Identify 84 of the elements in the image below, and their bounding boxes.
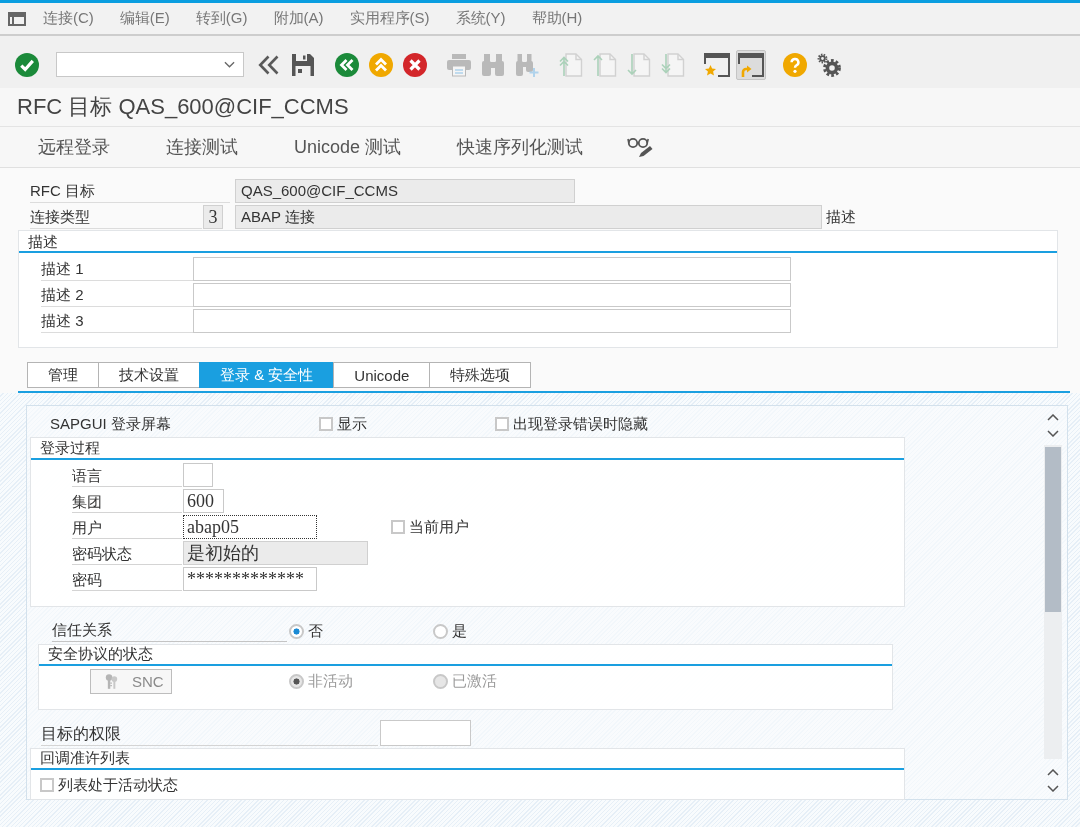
menu-item[interactable]: 编辑(E) xyxy=(106,6,183,31)
toolbar-button[interactable]: 连接测试 xyxy=(152,129,252,165)
radio-label: 已激活 xyxy=(452,672,497,691)
field-label: 信任关系 xyxy=(52,620,287,642)
text-field[interactable]: ************* xyxy=(183,567,317,591)
double-chevron-left-circle-icon xyxy=(335,52,359,77)
text-field[interactable] xyxy=(193,309,791,333)
text-field[interactable] xyxy=(193,257,791,281)
checkbox-label: 出现登录错误时隐藏 xyxy=(513,414,648,434)
text-field[interactable]: 是初始的 xyxy=(183,541,368,565)
window-arrow-icon xyxy=(738,52,764,77)
page-down-arrow-icon xyxy=(627,52,651,77)
menu-item[interactable]: 系统(Y) xyxy=(442,6,519,31)
checkbox[interactable] xyxy=(391,520,405,534)
radio-label: 否 xyxy=(308,621,323,641)
field-label: 连接类型 xyxy=(30,205,202,229)
field-label: 语言 xyxy=(72,463,182,487)
double-chevron-up-circle-icon xyxy=(369,52,393,77)
text-field[interactable] xyxy=(183,463,213,487)
menu-item[interactable]: 帮助(H) xyxy=(518,6,596,31)
gear-icon xyxy=(817,52,841,77)
binoculars-plus-icon xyxy=(515,52,539,77)
text-field[interactable] xyxy=(193,283,791,307)
checkbox-label: 列表处于活动状态 xyxy=(58,775,178,795)
keys-icon xyxy=(105,673,118,690)
text-field[interactable]: 600 xyxy=(183,489,224,513)
field-label: 用户 xyxy=(72,515,182,539)
window-star-icon xyxy=(704,52,730,77)
chevron-up-icon[interactable] xyxy=(1047,769,1059,776)
page-double-up-arrow-icon xyxy=(559,52,583,77)
toolbar-button[interactable]: 远程登录 xyxy=(24,129,124,165)
checkbox-label: 当前用户 xyxy=(409,517,469,537)
page-up-arrow-icon xyxy=(593,52,617,77)
checkbox[interactable] xyxy=(495,417,509,431)
toolbar-button[interactable]: 快速序列化测试 xyxy=(443,129,598,165)
chevron-down-icon[interactable] xyxy=(1047,430,1059,437)
menu-item[interactable]: 附加(A) xyxy=(260,6,337,31)
shortcut-button[interactable] xyxy=(736,49,766,80)
group-title: 安全协议的状态 xyxy=(48,645,153,664)
glasses-pencil-icon xyxy=(627,135,654,159)
binoculars-icon xyxy=(481,52,505,77)
radio-label: 是 xyxy=(452,621,467,641)
tab[interactable]: 特殊选项 xyxy=(429,362,532,388)
destination-field[interactable]: QAS_600@CIF_CCMS xyxy=(235,179,575,203)
menu-item[interactable]: 连接(C) xyxy=(30,6,107,31)
chevron-down-icon[interactable] xyxy=(1047,785,1059,792)
radio-button[interactable] xyxy=(289,623,304,639)
printer-icon xyxy=(447,52,471,77)
help-icon xyxy=(783,52,807,77)
menu-item[interactable]: 实用程序(S) xyxy=(336,6,443,31)
field-label: 集团 xyxy=(72,489,182,513)
scrollbar-thumb[interactable] xyxy=(1045,447,1061,612)
screen-title: RFC 目标 QAS_600@CIF_CCMS xyxy=(17,93,349,121)
toolbar-button[interactable]: Unicode 测试 xyxy=(280,129,416,165)
text-field[interactable] xyxy=(380,720,471,746)
tab[interactable]: Unicode xyxy=(333,362,431,388)
command-field[interactable] xyxy=(56,52,244,77)
group-title: 登录过程 xyxy=(40,439,100,458)
field-label: RFC 目标 xyxy=(30,179,230,203)
field-label: 密码 xyxy=(72,567,182,591)
menu-item[interactable]: 转到(G) xyxy=(182,6,261,31)
check-circle-icon xyxy=(15,52,39,77)
connection-type-code-field[interactable]: 3 xyxy=(203,205,223,229)
chevron-up-icon[interactable] xyxy=(1047,414,1059,421)
group-title: 回调准许列表 xyxy=(40,749,130,768)
connection-type-field[interactable]: ABAP 连接 xyxy=(235,205,822,229)
field-label: 目标的权限 xyxy=(41,720,378,746)
chevron-down-icon xyxy=(224,61,235,68)
checkbox[interactable] xyxy=(319,417,333,431)
tab[interactable]: 技术设置 xyxy=(98,362,200,388)
field-label: SAPGUI 登录屏幕 xyxy=(50,414,172,434)
page-double-down-arrow-icon xyxy=(661,52,685,77)
field-label: 描述 xyxy=(826,207,856,227)
checkbox[interactable] xyxy=(40,778,54,792)
checkbox-label: 显示 xyxy=(337,414,367,434)
x-circle-icon xyxy=(403,52,427,77)
tab[interactable]: 管理 xyxy=(27,362,99,388)
scrollbar-track[interactable] xyxy=(1044,445,1062,759)
radio-button[interactable] xyxy=(433,623,448,639)
text-field[interactable]: abap05 xyxy=(183,515,317,539)
group-title: 描述 xyxy=(28,232,58,251)
radio-label: 非活动 xyxy=(308,672,353,691)
field-label: 密码状态 xyxy=(72,541,182,565)
menu-icon[interactable] xyxy=(8,11,26,26)
